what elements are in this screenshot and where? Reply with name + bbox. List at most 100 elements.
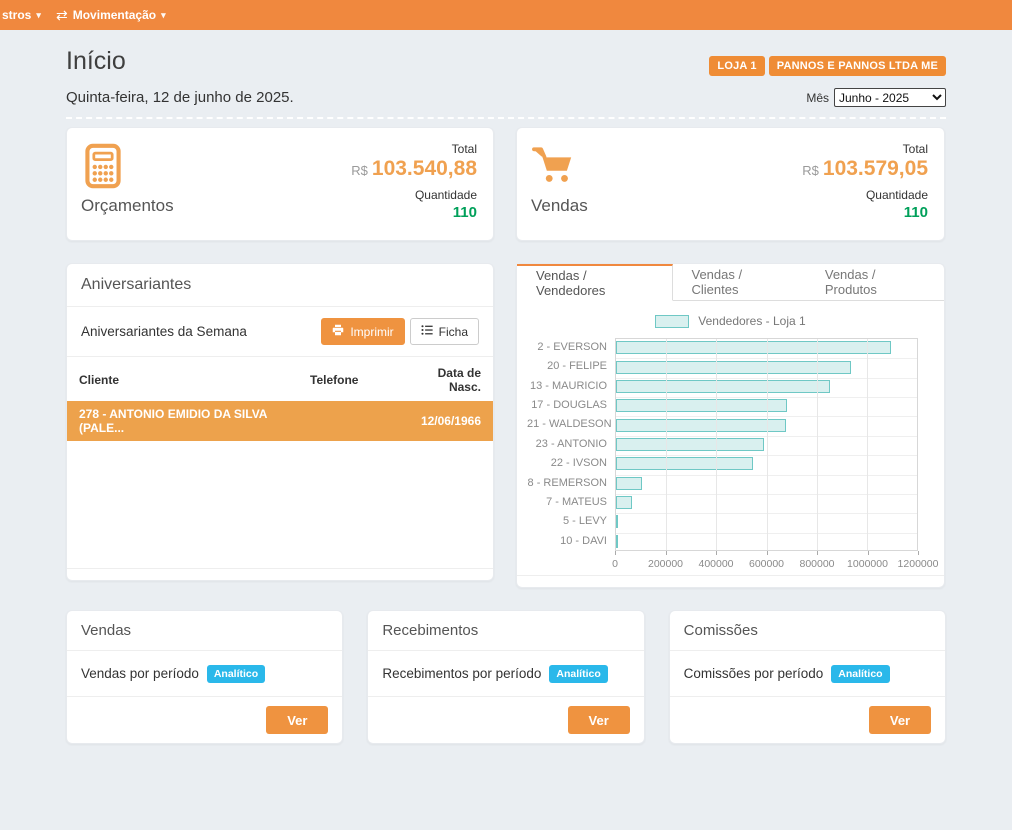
axis-tick-label: 0 bbox=[612, 558, 618, 570]
chart-plot bbox=[615, 338, 918, 551]
axis-tick-mark bbox=[716, 551, 717, 555]
summary-cards-row: Orçamentos Total R$103.540,88 Quantidade… bbox=[66, 127, 946, 241]
imprimir-button[interactable]: Imprimir bbox=[321, 318, 404, 345]
caret-down-icon: ▾ bbox=[36, 10, 41, 21]
chart-bar bbox=[616, 535, 618, 548]
page-header: Início LOJA 1 PANNOS E PANNOS LTDA ME bbox=[66, 48, 946, 76]
tab-vendas-vendedores[interactable]: Vendas / Vendedores bbox=[517, 264, 673, 301]
total-label: Total bbox=[802, 142, 928, 156]
vendas-card: Vendas Total R$ 103.579,05 Quantidade 110 bbox=[516, 127, 945, 241]
chart-bar bbox=[616, 341, 891, 354]
axis-tick-label: 600000 bbox=[749, 558, 784, 570]
chart-category-label: 20 - FELIPE bbox=[527, 357, 607, 376]
nav-item-label: stros bbox=[2, 8, 31, 22]
bar-chart: 2 - EVERSON20 - FELIPE13 - MAURICIO17 - … bbox=[527, 338, 918, 580]
ficha-button[interactable]: Ficha bbox=[410, 318, 479, 345]
currency-symbol: R$ bbox=[802, 163, 819, 178]
card-footer bbox=[67, 568, 493, 580]
card-footer bbox=[517, 575, 944, 587]
chart-bar bbox=[616, 438, 764, 451]
date-row: Quinta-feira, 12 de junho de 2025. Mês J… bbox=[66, 88, 946, 107]
orcamentos-total-value: 103.540,88 bbox=[372, 157, 477, 180]
chart-category-label: 7 - MATEUS bbox=[527, 493, 607, 512]
report-description: Vendas por período bbox=[81, 666, 199, 681]
analitico-badge: Analítico bbox=[549, 665, 607, 683]
cart-icon bbox=[531, 142, 588, 190]
gridline bbox=[716, 339, 717, 550]
chart-bar bbox=[616, 457, 753, 470]
list-icon bbox=[421, 324, 433, 339]
ver-button[interactable]: Ver bbox=[266, 706, 328, 734]
vendas-chart-card: Vendas / Vendedores Vendas / Clientes Ve… bbox=[516, 263, 945, 588]
report-title: Vendas bbox=[67, 611, 342, 651]
axis-tick-mark bbox=[615, 551, 616, 555]
analitico-badge: Analítico bbox=[831, 665, 889, 683]
legend-swatch bbox=[655, 315, 689, 328]
comissoes-report-card: Comissões Comissões por período Analític… bbox=[669, 610, 946, 744]
column-header-cliente: Cliente bbox=[67, 357, 298, 401]
column-header-telefone: Telefone bbox=[298, 357, 393, 401]
report-cards-row: Vendas Vendas por período Analítico Ver … bbox=[66, 610, 946, 744]
chart-category-label: 21 - WALDESON bbox=[527, 415, 607, 434]
chart-bar bbox=[616, 515, 618, 528]
month-select[interactable]: Junho - 2025 bbox=[834, 88, 946, 107]
axis-tick-mark bbox=[918, 551, 919, 555]
report-title: Recebimentos bbox=[368, 611, 643, 651]
column-header-nascimento: Data de Nasc. bbox=[393, 357, 493, 401]
analitico-badge: Analítico bbox=[207, 665, 265, 683]
quantity-label: Quantidade bbox=[802, 188, 928, 202]
dashed-separator bbox=[66, 117, 946, 119]
gridline bbox=[666, 339, 667, 550]
vendas-quantity-value: 110 bbox=[802, 204, 928, 221]
gridline bbox=[767, 339, 768, 550]
top-navbar: stros ▾ ⇄ Movimentação ▾ bbox=[0, 0, 1012, 30]
recebimentos-report-card: Recebimentos Recebimentos por período An… bbox=[367, 610, 644, 744]
ver-button[interactable]: Ver bbox=[869, 706, 931, 734]
cell-cliente: 278 - ANTONIO EMIDIO DA SILVA (PALE... bbox=[67, 401, 298, 441]
chart-category-label: 2 - EVERSON bbox=[527, 338, 607, 357]
report-description: Recebimentos por período bbox=[382, 666, 541, 681]
axis-tick-mark bbox=[868, 551, 869, 555]
calculator-icon bbox=[81, 142, 174, 190]
report-title: Comissões bbox=[670, 611, 945, 651]
ver-button[interactable]: Ver bbox=[568, 706, 630, 734]
cell-nascimento: 12/06/1966 bbox=[393, 401, 493, 441]
vendas-report-card: Vendas Vendas por período Analítico Ver bbox=[66, 610, 343, 744]
axis-tick-mark bbox=[767, 551, 768, 555]
printer-icon bbox=[332, 324, 344, 339]
nav-item-cadastros[interactable]: stros ▾ bbox=[2, 0, 41, 30]
axis-tick-label: 1000000 bbox=[847, 558, 888, 570]
table-row[interactable]: 278 - ANTONIO EMIDIO DA SILVA (PALE... 1… bbox=[67, 401, 493, 441]
page-title: Início bbox=[66, 48, 126, 76]
vendas-label: Vendas bbox=[531, 196, 588, 216]
axis-tick-mark bbox=[817, 551, 818, 555]
report-description: Comissões por período bbox=[684, 666, 824, 681]
imprimir-button-label: Imprimir bbox=[350, 325, 393, 339]
chart-category-labels: 2 - EVERSON20 - FELIPE13 - MAURICIO17 - … bbox=[527, 338, 607, 551]
gridline bbox=[867, 339, 868, 550]
tab-vendas-clientes[interactable]: Vendas / Clientes bbox=[673, 264, 806, 300]
current-date: Quinta-feira, 12 de junho de 2025. bbox=[66, 89, 294, 106]
axis-tick-label: 200000 bbox=[648, 558, 683, 570]
chart-tabs: Vendas / Vendedores Vendas / Clientes Ve… bbox=[517, 264, 944, 301]
aniversariantes-subtitle: Aniversariantes da Semana bbox=[81, 324, 247, 339]
company-badge: PANNOS E PANNOS LTDA ME bbox=[769, 56, 946, 76]
chart-bar bbox=[616, 419, 786, 432]
chart-bar bbox=[616, 380, 830, 393]
swap-arrows-icon: ⇄ bbox=[56, 7, 68, 24]
nav-item-label: Movimentação bbox=[73, 8, 156, 22]
main-content: Início LOJA 1 PANNOS E PANNOS LTDA ME Qu… bbox=[66, 30, 946, 744]
axis-tick-label: 1200000 bbox=[898, 558, 939, 570]
chart-bar bbox=[616, 477, 642, 490]
caret-down-icon: ▾ bbox=[161, 10, 166, 21]
tab-vendas-produtos[interactable]: Vendas / Produtos bbox=[806, 264, 944, 300]
axis-tick-mark bbox=[666, 551, 667, 555]
nav-item-movimentacao[interactable]: ⇄ Movimentação ▾ bbox=[56, 0, 166, 30]
chart-category-label: 8 - REMERSON bbox=[527, 474, 607, 493]
gridline bbox=[817, 339, 818, 550]
chart-category-label: 22 - IVSON bbox=[527, 454, 607, 473]
vendas-total-value: 103.579,05 bbox=[823, 157, 928, 180]
chart-x-axis: 020000040000060000080000010000001200000 bbox=[615, 551, 918, 577]
ficha-button-label: Ficha bbox=[439, 325, 468, 339]
chart-category-label: 13 - MAURICIO bbox=[527, 377, 607, 396]
